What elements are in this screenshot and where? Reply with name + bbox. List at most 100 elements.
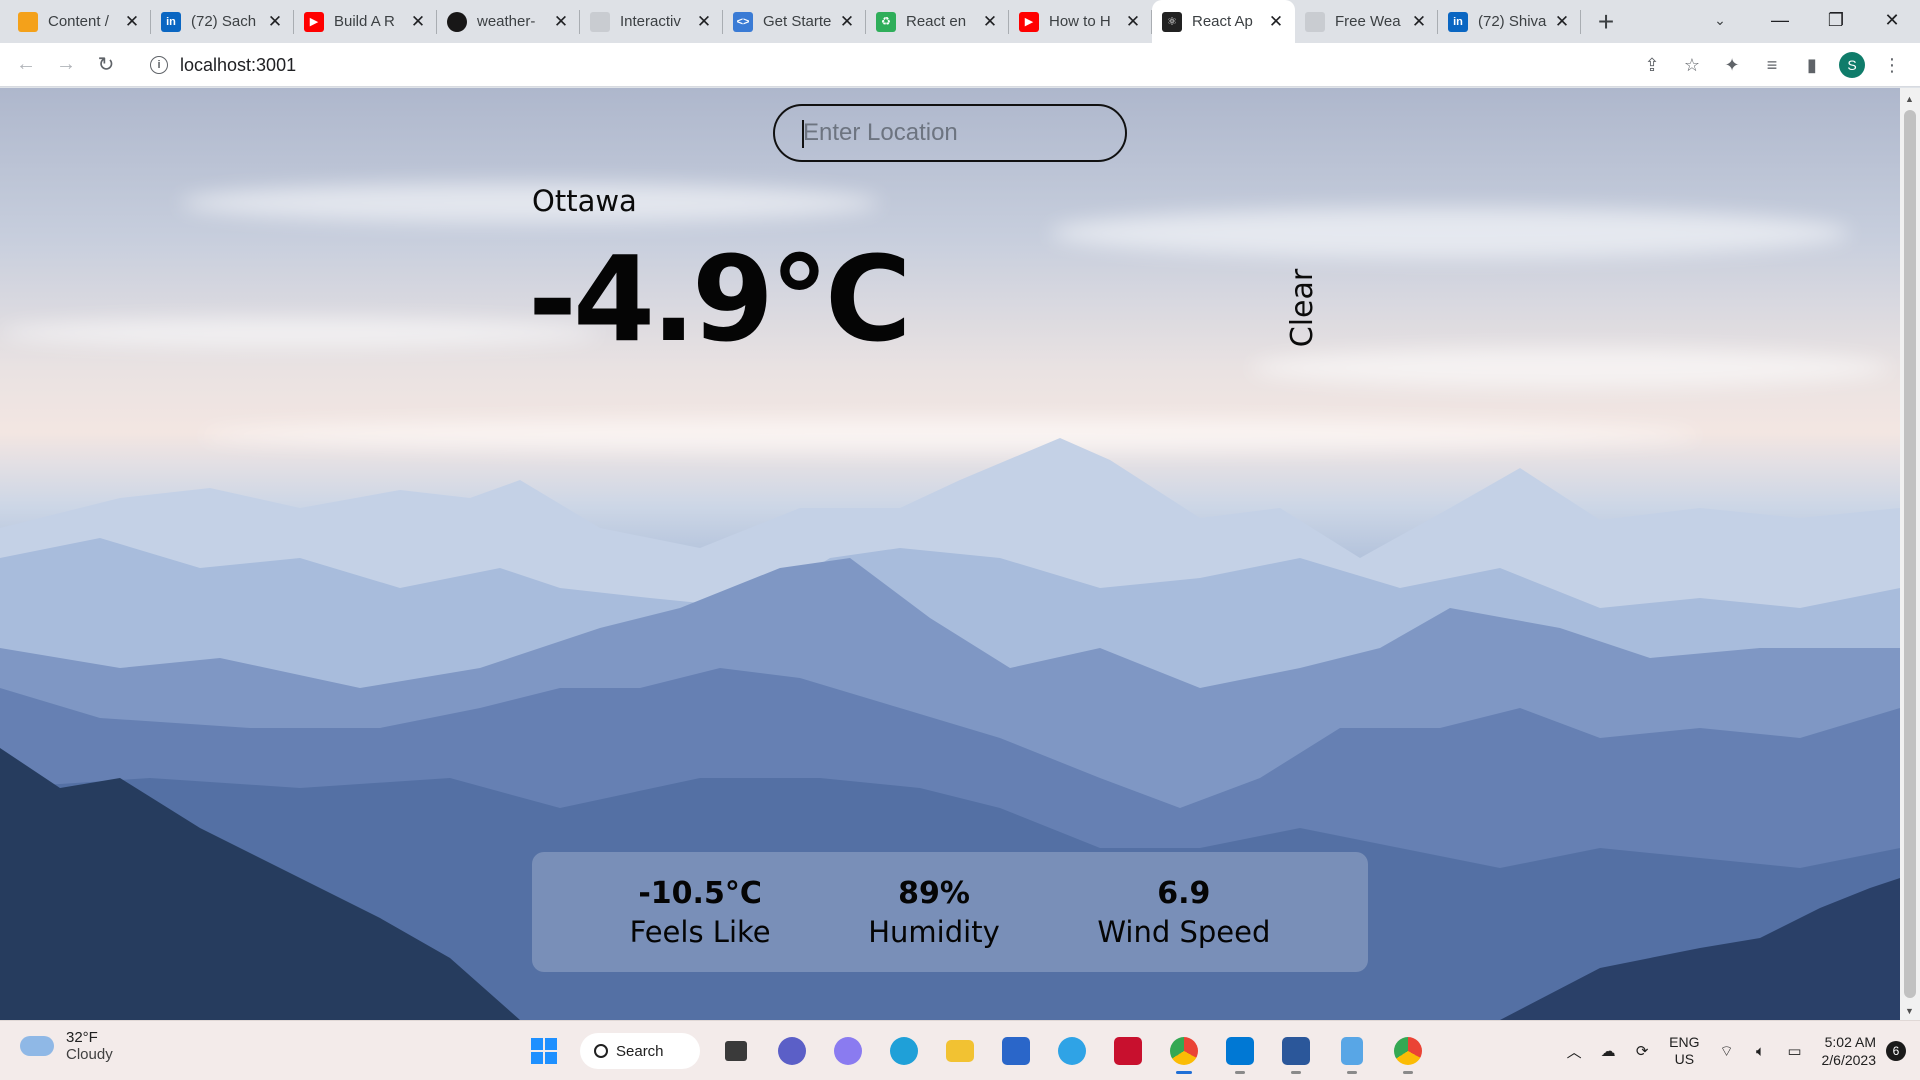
forward-icon[interactable]: → xyxy=(46,45,86,85)
sync-icon[interactable]: ⟳ xyxy=(1628,1037,1656,1065)
word-icon[interactable] xyxy=(1273,1028,1319,1074)
weather-widget[interactable]: 32°F Cloudy xyxy=(20,1029,113,1063)
page-viewport: Ottawa -4.9°C Clear -10.5°C Feels Like 8… xyxy=(0,88,1900,1020)
tab-5[interactable]: <> Get Starte ✕ xyxy=(723,0,866,43)
tab-title: (72) Sach xyxy=(191,13,257,30)
share-icon[interactable]: ⇪ xyxy=(1632,45,1672,85)
volume-icon[interactable]: 🔈︎ xyxy=(1747,1037,1775,1065)
tab-10[interactable]: in (72) Shiva ✕ xyxy=(1438,0,1581,43)
language-indicator[interactable]: ENG US xyxy=(1669,1034,1699,1068)
teams-chat-icon[interactable] xyxy=(769,1028,815,1074)
weather-widget-desc: Cloudy xyxy=(66,1046,113,1063)
menu-icon[interactable]: ⋮ xyxy=(1872,45,1912,85)
search-icon xyxy=(594,1044,608,1058)
close-icon[interactable]: ✕ xyxy=(409,12,427,31)
notepad-icon[interactable] xyxy=(1329,1028,1375,1074)
tab-list: Content / ✕ in (72) Sach ✕ ▶ Build A R ✕ weat… xyxy=(0,0,1627,43)
wind-speed-value: 6.9 xyxy=(1157,875,1211,911)
location-search-input[interactable] xyxy=(773,104,1127,162)
page-icon xyxy=(590,11,610,32)
onedrive-icon[interactable]: ☁ xyxy=(1594,1037,1622,1065)
close-icon[interactable]: ✕ xyxy=(1267,12,1285,31)
clock[interactable]: 5:02 AM 2/6/2023 xyxy=(1822,1033,1877,1069)
close-icon[interactable]: ✕ xyxy=(981,12,999,31)
tab-title: React en xyxy=(906,13,967,30)
back-icon[interactable]: ← xyxy=(6,45,46,85)
youtube-icon: ▶ xyxy=(1019,11,1039,32)
close-icon[interactable]: ✕ xyxy=(1124,12,1142,31)
scroll-down-icon[interactable]: ▼ xyxy=(1905,1006,1914,1016)
tab-9[interactable]: Free Wea ✕ xyxy=(1295,0,1438,43)
minimize-icon[interactable]: — xyxy=(1752,0,1808,40)
linkedin-icon: in xyxy=(1448,11,1468,32)
url-text: localhost:3001 xyxy=(180,54,297,75)
notification-badge[interactable]: 6 xyxy=(1886,1041,1906,1061)
close-icon[interactable]: ✕ xyxy=(1410,12,1428,31)
copilot-icon[interactable] xyxy=(825,1028,871,1074)
page-scrollbar[interactable]: ▲ ▼ xyxy=(1900,88,1920,1020)
close-icon[interactable]: ✕ xyxy=(695,12,713,31)
extensions-icon[interactable]: ✦ xyxy=(1712,45,1752,85)
wifi-icon[interactable]: ⌔ xyxy=(1713,1037,1741,1065)
tab-1[interactable]: in (72) Sach ✕ xyxy=(151,0,294,43)
side-panel-icon[interactable]: ▮ xyxy=(1792,45,1832,85)
pencil-icon xyxy=(18,11,38,32)
file-explorer-icon[interactable] xyxy=(937,1028,983,1074)
battery-icon[interactable]: ▭ xyxy=(1781,1037,1809,1065)
clock-time: 5:02 AM xyxy=(1824,1034,1876,1050)
edge-icon[interactable] xyxy=(881,1028,927,1074)
reload-icon[interactable]: ↻ xyxy=(86,45,126,85)
tab-8-active[interactable]: ⚛ React Ap ✕ xyxy=(1152,0,1295,43)
chrome-profile-icon[interactable] xyxy=(1385,1028,1431,1074)
youtube-icon: ▶ xyxy=(304,11,324,32)
mcafee-icon[interactable] xyxy=(1105,1028,1151,1074)
close-icon[interactable]: ✕ xyxy=(838,12,856,31)
start-button[interactable] xyxy=(521,1028,567,1074)
task-view-icon[interactable] xyxy=(713,1028,759,1074)
cloud-icon xyxy=(20,1036,54,1056)
close-icon[interactable]: ✕ xyxy=(123,12,141,31)
tab-title: Build A R xyxy=(334,13,395,30)
temperature: -4.9°C xyxy=(528,230,912,368)
chevron-down-icon[interactable]: ⌄ xyxy=(1700,0,1740,40)
close-window-icon[interactable]: ✕ xyxy=(1864,0,1920,40)
windows-taskbar: 32°F Cloudy Search ︿ ☁ ⟳ ENG US ⌔ 🔈︎ ▭ 5… xyxy=(0,1020,1920,1080)
window-controls: — ❐ ✕ xyxy=(1752,0,1920,43)
close-icon[interactable]: ✕ xyxy=(266,12,284,31)
photos-icon[interactable] xyxy=(1049,1028,1095,1074)
chevron-up-icon[interactable]: ︿ xyxy=(1560,1037,1588,1065)
store-icon[interactable] xyxy=(993,1028,1039,1074)
restore-icon[interactable]: ❐ xyxy=(1808,0,1864,40)
tab-title: weather- xyxy=(477,13,536,30)
vscode-icon[interactable] xyxy=(1217,1028,1263,1074)
reading-list-icon[interactable]: ≡ xyxy=(1752,45,1792,85)
page-icon xyxy=(1305,11,1325,32)
new-tab-button[interactable]: + xyxy=(1585,0,1627,43)
address-bar[interactable]: i localhost:3001 xyxy=(136,47,1636,83)
taskbar-apps: Search xyxy=(516,1027,1436,1075)
linkedin-icon: in xyxy=(161,11,181,32)
taskbar-search-label: Search xyxy=(616,1042,664,1060)
profile-avatar[interactable]: S xyxy=(1832,45,1872,85)
close-icon[interactable]: ✕ xyxy=(1553,12,1571,31)
tab-3[interactable]: weather- ✕ xyxy=(437,0,580,43)
chrome-icon[interactable] xyxy=(1161,1028,1207,1074)
tab-0[interactable]: Content / ✕ xyxy=(8,0,151,43)
humidity-stat: 89% Humidity xyxy=(868,876,1000,949)
tab-7[interactable]: ▶ How to H ✕ xyxy=(1009,0,1152,43)
github-icon xyxy=(447,11,467,32)
feels-like-label: Feels Like xyxy=(629,914,771,949)
star-icon[interactable]: ☆ xyxy=(1672,45,1712,85)
tab-title: React Ap xyxy=(1192,13,1253,30)
humidity-label: Humidity xyxy=(868,914,1000,949)
feels-like-stat: -10.5°C Feels Like xyxy=(630,876,771,949)
close-icon[interactable]: ✕ xyxy=(552,12,570,31)
scroll-up-icon[interactable]: ▲ xyxy=(1905,94,1914,104)
info-icon[interactable]: i xyxy=(150,56,168,74)
wind-speed-stat: 6.9 Wind Speed xyxy=(1097,876,1270,949)
tab-6[interactable]: ♻ React en ✕ xyxy=(866,0,1009,43)
scrollbar-thumb[interactable] xyxy=(1904,110,1916,998)
tab-4[interactable]: Interactiv ✕ xyxy=(580,0,723,43)
taskbar-search[interactable]: Search xyxy=(580,1033,700,1069)
tab-2[interactable]: ▶ Build A R ✕ xyxy=(294,0,437,43)
